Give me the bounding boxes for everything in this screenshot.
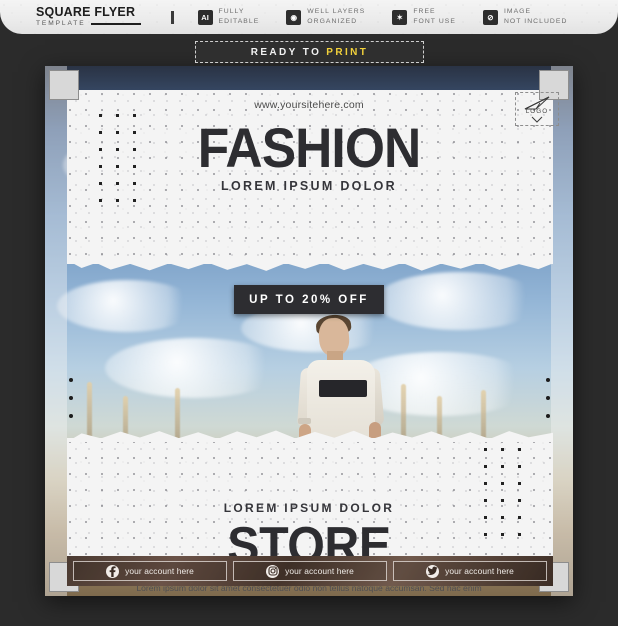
template-info-bar: SQUARE FLYER TEMPLATE AI FULLY EDITABLE … [0, 0, 618, 34]
dot-column-left [69, 378, 73, 418]
feature-line1: IMAGE [503, 8, 532, 16]
flyer-preview[interactable]: www.yoursitehere.com LOGO FASHION LOREM … [45, 66, 573, 596]
facebook-icon [106, 564, 120, 578]
feature-list: AI FULLY EDITABLE ◉ WELL LAYERS ORGANIZE… [197, 7, 568, 26]
brand-title: SQUARE FLYER [36, 5, 136, 20]
store-subheadline: LOREM IPSUM DOLOR [223, 501, 395, 515]
feature-line2: EDITABLE [218, 18, 260, 25]
social-label: your account here [125, 566, 194, 576]
social-links-bar: your account here your account here your… [67, 556, 553, 586]
instagram-icon [266, 564, 280, 578]
feature-free-font: ✶ FREE FONT USE [392, 7, 456, 26]
model-watch [298, 418, 311, 424]
feature-line2: NOT INCLUDED [503, 18, 568, 25]
cloud [105, 338, 285, 398]
social-button-instagram[interactable]: your account here [233, 561, 387, 581]
model-tshirt-stripe [319, 380, 367, 397]
feature-line1: FULLY [218, 8, 245, 16]
feature-line2: FONT USE [413, 18, 456, 25]
brand-subtitle: TEMPLATE [36, 19, 86, 27]
flyer-headline: FASHION [197, 116, 421, 179]
cloud [375, 272, 543, 330]
feature-text: FULLY EDITABLE [219, 7, 260, 26]
social-button-twitter[interactable]: your account here [393, 561, 547, 581]
feature-well-layers: ◉ WELL LAYERS ORGANIZED [286, 7, 365, 26]
layers-icon: ◉ [286, 9, 302, 25]
feature-text: WELL LAYERS ORGANIZED [307, 7, 365, 26]
ready-to-print-badge: READY TO PRINT [195, 41, 424, 63]
social-button-facebook[interactable]: your account here [73, 561, 227, 581]
cloud [57, 280, 197, 332]
promo-badge[interactable]: UP TO 20% OFF [234, 285, 384, 314]
bar-divider [170, 10, 174, 24]
promo-text: UP TO 20% OFF [249, 293, 369, 306]
twitter-icon [426, 564, 440, 578]
feature-image-not-included: ⊘ IMAGE NOT INCLUDED [482, 7, 567, 26]
no-image-icon: ⊘ [482, 9, 498, 25]
feature-line1: WELL LAYERS [307, 8, 366, 16]
ai-file-icon: AI [197, 9, 213, 25]
social-label: your account here [445, 566, 514, 576]
dot-column-right [546, 378, 550, 418]
feature-text: FREE FONT USE [413, 7, 456, 26]
font-icon: ✶ [392, 9, 408, 25]
social-label: your account here [285, 566, 354, 576]
corner-tab-top-left [49, 70, 79, 100]
feature-line1: FREE [413, 8, 436, 16]
ribbon-text-yellow: PRINT [326, 46, 369, 58]
feature-fully-editable: AI FULLY EDITABLE [197, 7, 260, 26]
website-url: www.yoursitehere.com [254, 99, 364, 111]
wheat-stalk [87, 382, 92, 444]
dot-grid-top-left [99, 114, 136, 202]
feature-text: IMAGE NOT INCLUDED [504, 7, 567, 26]
logo-label: LOGO [525, 107, 549, 115]
ribbon-text-white: READY TO [250, 46, 322, 58]
feature-line2: ORGANIZED [307, 18, 358, 25]
brand-block: SQUARE FLYER TEMPLATE [36, 6, 141, 27]
brand-rule [90, 23, 141, 26]
brand-subtitle-row: TEMPLATE [36, 19, 141, 28]
